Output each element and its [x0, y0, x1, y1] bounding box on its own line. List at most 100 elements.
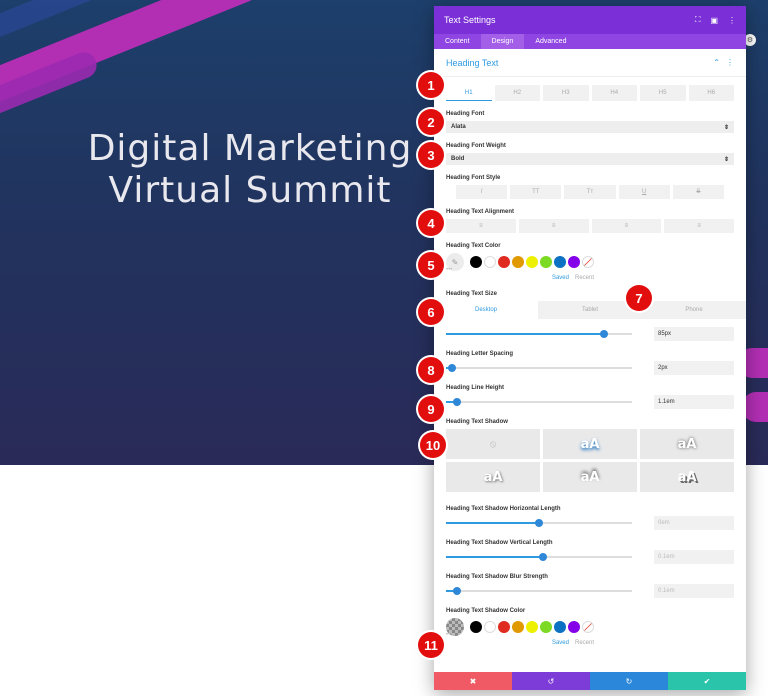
heading-level-h5[interactable]: H5 — [640, 85, 686, 101]
shadow-color-label: Heading Text Shadow Color — [446, 608, 526, 614]
shadow-v-slider[interactable] — [446, 553, 632, 561]
more-icon[interactable]: ⋮ — [726, 58, 734, 67]
step-marker: 7 — [626, 285, 652, 311]
color-swatch[interactable] — [540, 621, 552, 633]
save-button[interactable]: ✔ — [668, 672, 746, 690]
color-swatch[interactable] — [526, 256, 538, 268]
shadow-preset-2[interactable]: aA — [640, 429, 734, 459]
section-title: Heading Text — [446, 57, 499, 68]
color-swatch[interactable] — [512, 621, 524, 633]
hero-heading[interactable]: Digital Marketing Virtual Summit — [70, 128, 430, 212]
step-marker: 5 — [418, 252, 444, 278]
text-size-row: 85px — [446, 327, 734, 341]
shadow-blur-slider[interactable] — [446, 587, 632, 595]
shadow-v-input[interactable]: 0.1em — [654, 550, 734, 564]
no-color-swatch[interactable] — [582, 621, 594, 633]
tab-advanced[interactable]: Advanced — [524, 34, 577, 49]
line-height-label: Heading Line Height — [446, 385, 505, 391]
step-marker: 6 — [418, 299, 444, 325]
align-center-icon[interactable]: ≡ — [518, 219, 589, 233]
heading-weight-value: Bold — [451, 156, 465, 162]
color-swatch[interactable] — [554, 621, 566, 633]
device-desktop[interactable]: Desktop — [434, 301, 538, 319]
heading-font-select[interactable]: Alata ⇕ — [446, 121, 734, 133]
capitalize-button[interactable]: Tт — [564, 185, 616, 199]
letter-spacing-row: 2px — [446, 361, 734, 375]
no-color-swatch[interactable] — [582, 256, 594, 268]
section-heading-text[interactable]: Heading Text ⌃ ⋮ — [434, 49, 746, 77]
shadow-preset-1[interactable]: aA — [543, 429, 637, 459]
heading-level-h3[interactable]: H3 — [543, 85, 589, 101]
text-shadow-label: Heading Text Shadow — [446, 419, 508, 425]
text-size-slider[interactable] — [446, 330, 632, 338]
heading-level-h2[interactable]: H2 — [494, 85, 540, 101]
heading-level-h1[interactable]: H1 — [446, 85, 492, 101]
color-swatch[interactable] — [554, 256, 566, 268]
step-marker: 2 — [418, 109, 444, 135]
align-right-icon[interactable]: ≡ — [591, 219, 662, 233]
cancel-button[interactable]: ✖ — [434, 672, 512, 690]
italic-button[interactable]: I — [456, 185, 508, 199]
line-height-slider[interactable] — [446, 398, 632, 406]
more-icon[interactable]: ⋮ — [728, 16, 736, 25]
uppercase-button[interactable]: TT — [510, 185, 562, 199]
shadow-preset-3[interactable]: aA — [446, 462, 540, 492]
device-phone[interactable]: Phone — [642, 301, 746, 319]
heading-level-h6[interactable]: H6 — [688, 85, 734, 101]
text-settings-panel: Text Settings ⛶ ▣ ⋮ Content Design Advan… — [434, 6, 746, 690]
saved-tab[interactable]: Saved — [552, 640, 569, 646]
heading-font-label: Heading Font — [446, 111, 485, 117]
panel-tabs: Content Design Advanced — [434, 34, 746, 49]
undo-button[interactable]: ↺ — [512, 672, 590, 690]
shadow-preset-5[interactable]: aA — [640, 462, 734, 492]
heading-style-label: Heading Font Style — [446, 175, 501, 181]
shadow-h-input[interactable]: 0em — [654, 516, 734, 530]
color-swatch[interactable] — [568, 256, 580, 268]
letter-spacing-slider[interactable] — [446, 364, 632, 372]
align-left-icon[interactable]: ≡ — [446, 219, 516, 233]
device-tabs: Desktop Tablet Phone — [434, 301, 746, 319]
page: Digital Marketing Virtual Summit ⚙ Text … — [0, 0, 768, 696]
panel-footer: ✖ ↺ ↻ ✔ — [434, 672, 746, 690]
color-tabs: Saved Recent — [446, 275, 734, 281]
redo-button[interactable]: ↻ — [590, 672, 668, 690]
shadow-v-label: Heading Text Shadow Vertical Length — [446, 540, 553, 546]
shadow-none-option[interactable]: ⦸ — [446, 429, 540, 459]
shadow-h-label: Heading Text Shadow Horizontal Length — [446, 506, 561, 512]
shadow-h-slider[interactable] — [446, 519, 632, 527]
color-swatch[interactable] — [470, 621, 482, 633]
tab-design[interactable]: Design — [480, 34, 525, 49]
line-height-input[interactable]: 1.1em — [654, 395, 734, 409]
color-swatch[interactable] — [568, 621, 580, 633]
hero-heading-line2: Virtual Summit — [108, 170, 392, 211]
strikethrough-button[interactable]: S — [672, 185, 725, 199]
align-justify-icon[interactable]: ≡ — [664, 219, 734, 233]
shadow-blur-input[interactable]: 0.1em — [654, 584, 734, 598]
color-swatch[interactable] — [498, 621, 510, 633]
text-color-label: Heading Text Color — [446, 243, 501, 249]
step-marker: 4 — [418, 210, 444, 236]
color-swatch[interactable] — [484, 621, 496, 633]
text-size-input[interactable]: 85px — [654, 327, 734, 341]
heading-weight-select[interactable]: Bold ⇕ — [446, 153, 734, 165]
color-swatch[interactable] — [498, 256, 510, 268]
color-swatch[interactable] — [470, 256, 482, 268]
chevron-up-icon[interactable]: ⌃ — [713, 58, 720, 67]
color-swatch[interactable] — [512, 256, 524, 268]
color-swatch[interactable] — [540, 256, 552, 268]
letter-spacing-input[interactable]: 2px — [654, 361, 734, 375]
recent-tab[interactable]: Recent — [575, 275, 594, 281]
color-swatch[interactable] — [484, 256, 496, 268]
saved-tab[interactable]: Saved — [552, 275, 569, 281]
text-shadow-presets: ⦸ aA aA aA aA aA — [446, 429, 734, 492]
color-swatch[interactable] — [526, 621, 538, 633]
shadow-preset-4[interactable]: aA — [543, 462, 637, 492]
recent-tab[interactable]: Recent — [575, 640, 594, 646]
letter-spacing-label: Heading Letter Spacing — [446, 351, 514, 357]
expand-icon[interactable]: ⛶ — [695, 15, 701, 25]
tab-content[interactable]: Content — [434, 34, 481, 49]
heading-level-h4[interactable]: H4 — [591, 85, 637, 101]
split-icon[interactable]: ▣ — [710, 16, 718, 25]
underline-button[interactable]: U — [618, 185, 670, 199]
step-marker: 1 — [418, 72, 444, 98]
